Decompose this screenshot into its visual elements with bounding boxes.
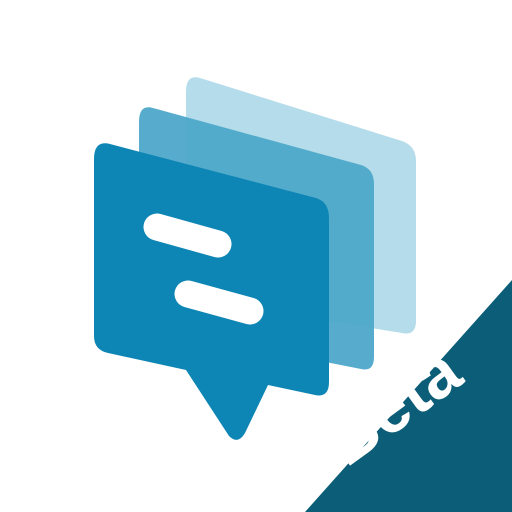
bubble-line-top (143, 213, 232, 258)
bubble-line-bottom (174, 280, 264, 325)
app-icon: Beta (0, 0, 512, 512)
chat-stack-icon: Beta (94, 77, 512, 512)
